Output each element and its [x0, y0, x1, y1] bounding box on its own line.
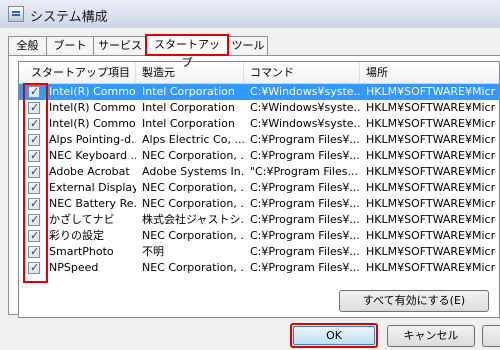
table-row[interactable]: かざしてナビ 株式会社ジャストシ... C:¥Program Files¥... HK…: [19, 212, 499, 228]
cell-location: HKLM¥SOFTWARE¥Micr: [366, 85, 496, 98]
cell-command: C:¥Program Files¥...: [250, 229, 360, 242]
window-title: システム構成: [30, 10, 108, 25]
cell-command: C:¥Program Files¥...: [250, 149, 360, 162]
tab-tools[interactable]: ツール: [228, 36, 268, 55]
cell-item: Intel(R) Commo...: [49, 117, 136, 130]
table-row[interactable]: SmartPhoto 不明 C:¥Program Files¥... HKLM¥SOF…: [19, 244, 499, 260]
startup-checkbox[interactable]: [28, 180, 40, 196]
cell-item: External Display...: [49, 181, 136, 194]
table-row[interactable]: Adobe Acrobat Adobe Systems In... "C:¥Prog…: [19, 164, 499, 180]
cell-location: HKLM¥SOFTWARE¥Micr: [366, 245, 496, 258]
cell-location: HKLM¥SOFTWARE¥Micr: [366, 117, 496, 130]
startup-checkbox[interactable]: [28, 212, 40, 228]
tab-general[interactable]: 全般: [8, 36, 47, 55]
table-row[interactable]: External Display... NEC Corporation, ... C…: [19, 180, 499, 196]
cell-command: C:¥Program Files¥...: [250, 133, 360, 146]
cell-item: Intel(R) Commo...: [49, 85, 136, 98]
cell-maker: Adobe Systems In...: [142, 165, 244, 178]
table-row[interactable]: 彩りの設定 NEC Corporation, ... C:¥Program File…: [19, 228, 499, 244]
table-row[interactable]: Intel(R) Commo... Intel Corporation C:¥Win…: [19, 116, 499, 132]
enable-all-button[interactable]: すべて有効にする(E): [339, 290, 489, 312]
cell-command: C:¥Windows¥syste...: [250, 101, 360, 114]
cell-maker: Intel Corporation: [142, 101, 235, 114]
table-row[interactable]: NEC Battery Re... NEC Corporation, ... C:¥…: [19, 196, 499, 212]
tab-services[interactable]: サービス: [93, 36, 147, 55]
cell-maker: NEC Corporation, ...: [142, 181, 244, 194]
startup-checkbox[interactable]: [28, 196, 40, 212]
cell-location: HKLM¥SOFTWARE¥Micr: [366, 101, 496, 114]
cell-item: 彩りの設定: [49, 229, 104, 242]
table-row[interactable]: Intel(R) Commo... Intel Corporation C:¥Win…: [19, 100, 499, 116]
cell-command: C:¥Windows¥syste...: [250, 117, 360, 130]
table-row[interactable]: Intel(R) Commo... Intel Corporation C:¥Win…: [19, 84, 499, 100]
cell-command: C:¥Program Files¥...: [250, 213, 360, 226]
startup-checkbox[interactable]: [28, 228, 40, 244]
startup-checkbox[interactable]: [28, 244, 40, 260]
cell-command: C:¥Program Files¥...: [250, 197, 360, 210]
cancel-button[interactable]: キャンセル: [387, 325, 475, 347]
system-config-icon: [8, 6, 24, 22]
cell-maker: NEC Corporation, ...: [142, 261, 244, 274]
table-row[interactable]: NPSpeed NEC Corporation, ... C:¥Program Fi…: [19, 260, 499, 276]
cell-maker: Intel Corporation: [142, 85, 235, 98]
cell-item: かざしてナビ: [49, 213, 115, 226]
cell-maker: 不明: [142, 245, 164, 258]
cell-location: HKLM¥SOFTWARE¥Micr: [366, 261, 496, 274]
startup-checkbox[interactable]: [28, 116, 40, 132]
tab-startup[interactable]: スタートアップ: [145, 34, 229, 69]
apply-button-partial[interactable]: [482, 325, 500, 347]
cell-location: HKLM¥SOFTWARE¥Micr: [366, 133, 496, 146]
startup-list[interactable]: スタートアップ項目 製造元 コマンド 場所 Intel(R) Commo...I…: [18, 61, 500, 318]
tab-boot[interactable]: ブート: [46, 36, 94, 55]
startup-checkbox[interactable]: [28, 84, 40, 100]
cell-item: NEC Battery Re...: [49, 197, 136, 210]
startup-checkbox[interactable]: [28, 164, 40, 180]
cell-location: HKLM¥SOFTWARE¥Micr: [366, 165, 496, 178]
cell-maker: NEC Corporation, ...: [142, 149, 244, 162]
cell-maker: Alps Electric Co, ...: [142, 133, 244, 146]
table-row[interactable]: Alps Pointing-d... Alps Electric Co, ... C…: [19, 132, 499, 148]
cell-item: NEC Keyboard ...: [49, 149, 136, 162]
startup-checkbox[interactable]: [28, 260, 40, 276]
cell-location: HKLM¥SOFTWARE¥Micr: [366, 149, 496, 162]
list-header: スタートアップ項目 製造元 コマンド 場所: [19, 62, 499, 84]
cell-command: C:¥Windows¥syste...: [250, 85, 360, 98]
cell-item: Alps Pointing-d...: [49, 133, 136, 146]
title-bar: システム構成: [0, 0, 500, 28]
cell-command: C:¥Program Files¥...: [250, 181, 360, 194]
cell-command: C:¥Program Files¥...: [250, 261, 360, 274]
cell-item: Intel(R) Commo...: [49, 101, 136, 114]
cell-command: "C:¥Program Files...: [250, 165, 358, 178]
column-header-command[interactable]: コマンド: [244, 62, 360, 83]
cell-location: HKLM¥SOFTWARE¥Micr: [366, 229, 496, 242]
startup-checkbox[interactable]: [28, 100, 40, 116]
cell-location: HKLM¥SOFTWARE¥Micr: [366, 213, 496, 226]
cell-item: Adobe Acrobat: [49, 165, 130, 178]
dialog-body: 全般 ブート サービス スタートアップ ツール スタートアップ項目 製造元 コマ…: [0, 28, 500, 350]
cell-item: NPSpeed: [49, 261, 99, 274]
cell-location: HKLM¥SOFTWARE¥Micr: [366, 197, 496, 210]
ok-label: OK: [326, 329, 342, 342]
cell-item: SmartPhoto: [49, 245, 114, 258]
startup-checkbox[interactable]: [28, 148, 40, 164]
cell-maker: NEC Corporation, ...: [142, 197, 244, 210]
ok-button[interactable]: OK: [290, 323, 378, 348]
cell-location: HKLM¥SOFTWARE¥Micr: [366, 181, 496, 194]
table-row[interactable]: NEC Keyboard ... NEC Corporation, ... C:¥P…: [19, 148, 499, 164]
enable-all-label: すべて有効にする(E): [362, 294, 466, 307]
cell-maker: NEC Corporation, ...: [142, 229, 244, 242]
column-header-item[interactable]: スタートアップ項目: [19, 62, 136, 83]
cancel-label: キャンセル: [403, 329, 459, 342]
column-header-location[interactable]: 場所: [360, 62, 499, 83]
cell-maker: 株式会社ジャストシ...: [142, 213, 244, 226]
cell-maker: Intel Corporation: [142, 117, 235, 130]
cell-command: C:¥Program Files¥...: [250, 245, 360, 258]
startup-checkbox[interactable]: [28, 132, 40, 148]
